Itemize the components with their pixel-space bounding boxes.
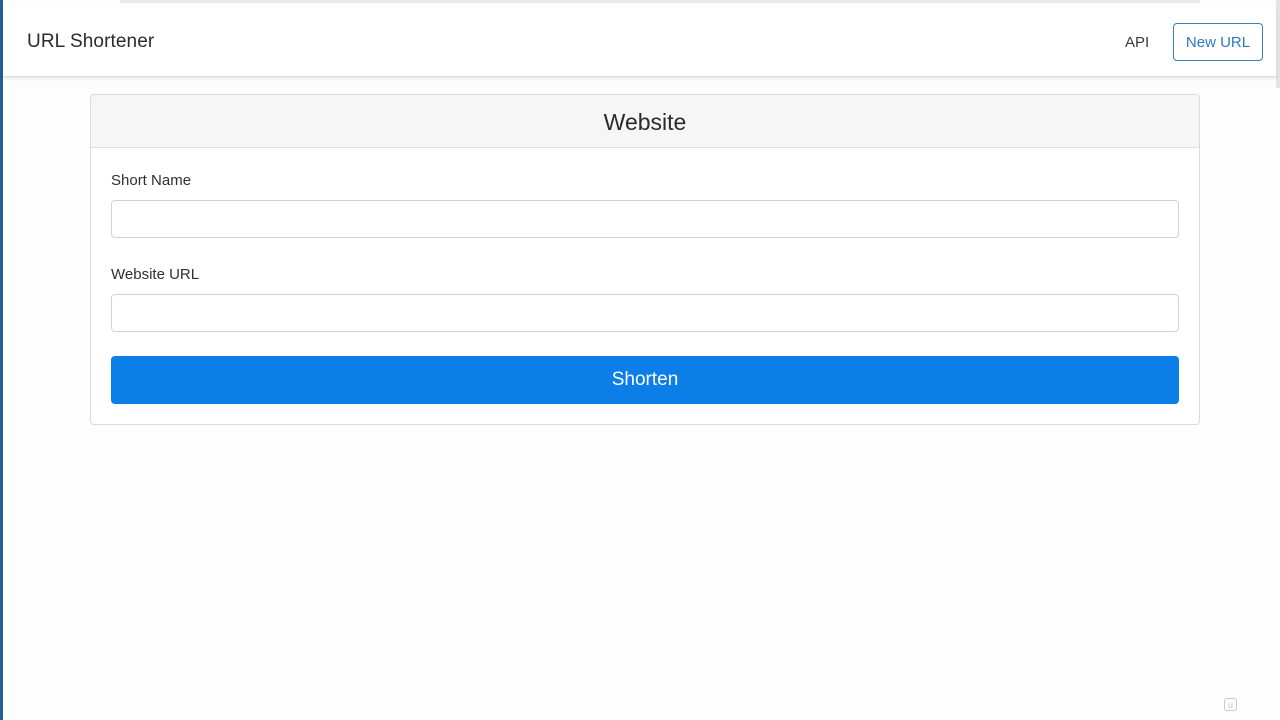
new-url-button[interactable]: New URL	[1173, 23, 1263, 61]
watermark: u	[1224, 698, 1240, 711]
website-url-label: Website URL	[111, 266, 200, 283]
top-strip	[120, 0, 1200, 3]
window-left-edge	[0, 0, 3, 720]
website-form-card: Website Short Name Website URL Shorten	[90, 94, 1200, 425]
shorten-button[interactable]: Shorten	[111, 356, 1179, 404]
short-name-input[interactable]	[111, 200, 1179, 238]
navbar: URL Shortener API New URL	[3, 8, 1276, 77]
api-link[interactable]: API	[1125, 34, 1149, 51]
udemy-logo-icon: u	[1224, 698, 1237, 711]
website-url-input[interactable]	[111, 294, 1179, 332]
card-title: Website	[91, 95, 1199, 148]
brand-link[interactable]: URL Shortener	[27, 31, 154, 53]
short-name-label: Short Name	[111, 172, 192, 189]
scrollbar-track[interactable]	[1276, 0, 1280, 88]
